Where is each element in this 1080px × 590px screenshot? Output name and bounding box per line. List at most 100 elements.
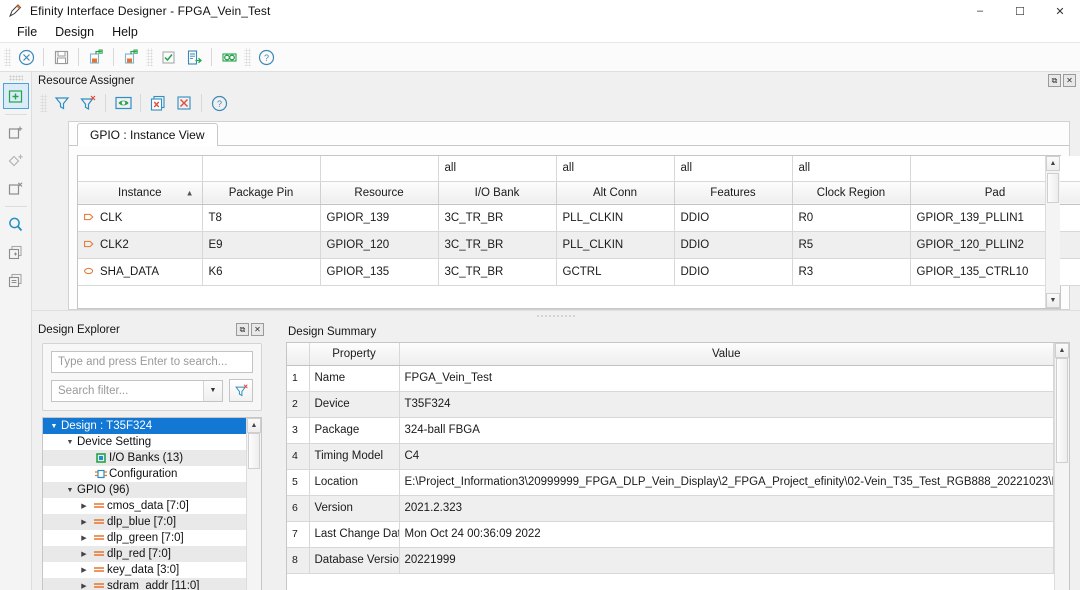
- rail-list-button[interactable]: [3, 267, 29, 293]
- column-header-clock-region[interactable]: Clock Region: [792, 181, 911, 205]
- rail-new-diamond-button[interactable]: [3, 147, 29, 173]
- cell-property[interactable]: Last Change Date: [309, 521, 400, 548]
- close-button[interactable]: ✕: [1040, 0, 1080, 22]
- copy-x-icon[interactable]: [145, 91, 171, 115]
- cell-value[interactable]: C4: [399, 443, 1054, 470]
- toolbar-grip[interactable]: [4, 48, 11, 66]
- scrollbar-thumb[interactable]: [1047, 173, 1059, 203]
- tree-item-cmos-data[interactable]: ▶ cmos_data [7:0]: [43, 498, 246, 514]
- cell-alt-conn[interactable]: GCTRL: [556, 258, 675, 286]
- cell-value[interactable]: 20221999: [399, 547, 1054, 574]
- table-row[interactable]: CLK T8 GPIOR_139 3C_TR_BR PLL_CLKIN DDIO…: [78, 204, 1080, 232]
- column-header-alt-conn[interactable]: Alt Conn: [556, 181, 675, 205]
- cell-package-pin[interactable]: T8: [202, 204, 321, 232]
- column-header-value[interactable]: Value: [399, 343, 1054, 366]
- cell-features[interactable]: DDIO: [674, 258, 793, 286]
- cell-value[interactable]: E:\Project_Information3\20999999_FPGA_DL…: [399, 469, 1054, 496]
- cell-property[interactable]: Timing Model: [309, 443, 400, 470]
- tree-item-key-data[interactable]: ▶ key_data [3:0]: [43, 562, 246, 578]
- save-button[interactable]: [48, 45, 74, 69]
- resource-table-scrollbar[interactable]: ▲ ▼: [1045, 156, 1060, 308]
- rail-new-block-button[interactable]: [3, 119, 29, 145]
- tree-item-dlp-red[interactable]: ▶ dlp_red [7:0]: [43, 546, 246, 562]
- check-design-button[interactable]: [155, 45, 181, 69]
- cell-property[interactable]: Database Version: [309, 547, 400, 574]
- chevron-down-icon[interactable]: ▼: [203, 380, 222, 401]
- cell-value[interactable]: Mon Oct 24 00:36:09 2022: [399, 521, 1054, 548]
- design-summary-scrollbar[interactable]: ▲ ▼: [1054, 343, 1069, 590]
- scroll-up-button[interactable]: ▲: [247, 418, 261, 433]
- cell-value[interactable]: 324-ball FBGA: [399, 417, 1054, 444]
- cell-alt-conn[interactable]: PLL_CLKIN: [556, 204, 675, 232]
- design-tree[interactable]: ▼ Design : T35F324 ▼ Device Setting I/O …: [42, 417, 262, 590]
- column-header-property[interactable]: Property: [309, 343, 400, 366]
- toolbar-grip[interactable]: [146, 48, 153, 66]
- export-button[interactable]: [118, 45, 144, 69]
- column-header-features[interactable]: Features: [674, 181, 793, 205]
- generate-report-button[interactable]: [181, 45, 207, 69]
- column-header-resource[interactable]: Resource: [320, 181, 439, 205]
- menu-file[interactable]: File: [8, 23, 46, 42]
- table-row[interactable]: 7 Last Change Date Mon Oct 24 00:36:09 2…: [287, 521, 1054, 548]
- design-explorer-close-button[interactable]: ✕: [251, 323, 264, 336]
- rail-duplicate-button[interactable]: [3, 239, 29, 265]
- column-header-instance[interactable]: Instance ▲: [78, 181, 203, 205]
- cell-clock-region[interactable]: R5: [792, 231, 911, 259]
- help-button[interactable]: ?: [253, 45, 279, 69]
- cell-clock-region[interactable]: R0: [792, 204, 911, 232]
- filter-cell-alt-conn[interactable]: all: [556, 156, 675, 182]
- table-row[interactable]: 8 Database Version 20221999: [287, 547, 1054, 574]
- cell-resource[interactable]: GPIOR_135: [320, 258, 439, 286]
- table-row[interactable]: 5 Location E:\Project_Information3\20999…: [287, 469, 1054, 496]
- table-row[interactable]: 2 Device T35F324: [287, 391, 1054, 418]
- cell-instance[interactable]: CLK2: [78, 231, 203, 259]
- cell-instance[interactable]: SHA_DATA: [78, 258, 203, 286]
- rail-search-button[interactable]: [3, 211, 29, 237]
- cell-property[interactable]: Version: [309, 495, 400, 522]
- table-row[interactable]: 1 Name FPGA_Vein_Test: [287, 365, 1054, 392]
- cell-resource[interactable]: GPIOR_139: [320, 204, 439, 232]
- tree-item-io-banks[interactable]: I/O Banks (13): [43, 450, 246, 466]
- toolbar-grip[interactable]: [244, 48, 251, 66]
- resource-assigner-close-button[interactable]: ✕: [1063, 74, 1076, 87]
- cell-resource[interactable]: GPIOR_120: [320, 231, 439, 259]
- close-design-button[interactable]: [13, 45, 39, 69]
- tab-gpio-instance-view[interactable]: GPIO : Instance View: [77, 123, 218, 146]
- cell-property[interactable]: Location: [309, 469, 400, 496]
- tree-item-design[interactable]: ▼ Design : T35F324: [43, 418, 246, 434]
- cell-clock-region[interactable]: R3: [792, 258, 911, 286]
- cell-features[interactable]: DDIO: [674, 204, 793, 232]
- filter-cell-io-bank[interactable]: all: [438, 156, 557, 182]
- filter-cell-clock-region[interactable]: all: [792, 156, 911, 182]
- search-input[interactable]: [51, 351, 253, 373]
- horizontal-splitter[interactable]: [32, 310, 1080, 321]
- tree-item-dlp-blue[interactable]: ▶ dlp_blue [7:0]: [43, 514, 246, 530]
- rail-delete-block-button[interactable]: [3, 175, 29, 201]
- scroll-up-button[interactable]: ▲: [1046, 156, 1060, 171]
- filter-icon[interactable]: [49, 91, 75, 115]
- cell-io-bank[interactable]: 3C_TR_BR: [438, 204, 557, 232]
- tree-item-device-setting[interactable]: ▼ Device Setting: [43, 434, 246, 450]
- scrollbar-thumb[interactable]: [248, 433, 260, 469]
- chevron-right-icon[interactable]: ▶: [81, 550, 86, 558]
- ra-toolbar-grip[interactable]: [40, 94, 47, 112]
- tree-item-gpio[interactable]: ▼ GPIO (96): [43, 482, 246, 498]
- filter-cell-package-pin[interactable]: [202, 156, 321, 182]
- filter-cell-resource[interactable]: [320, 156, 439, 182]
- rail-grip[interactable]: [8, 75, 23, 81]
- scrollbar-track[interactable]: [1046, 171, 1060, 293]
- chevron-right-icon[interactable]: ▶: [81, 582, 86, 590]
- table-row[interactable]: 6 Version 2021.2.323: [287, 495, 1054, 522]
- design-explorer-float-button[interactable]: ⧉: [236, 323, 249, 336]
- chevron-right-icon[interactable]: ▶: [81, 566, 86, 574]
- chevron-right-icon[interactable]: ▶: [81, 534, 86, 542]
- filter-cell-instance[interactable]: [78, 156, 203, 182]
- x-box-icon[interactable]: [171, 91, 197, 115]
- table-row[interactable]: SHA_DATA K6 GPIOR_135 3C_TR_BR GCTRL DDI…: [78, 258, 1080, 286]
- scroll-up-button[interactable]: ▲: [1055, 343, 1069, 358]
- cell-io-bank[interactable]: 3C_TR_BR: [438, 231, 557, 259]
- column-header-io-bank[interactable]: I/O Bank: [438, 181, 557, 205]
- tree-item-sdram-addr[interactable]: ▶ sdram_addr [11:0]: [43, 578, 246, 590]
- cell-io-bank[interactable]: 3C_TR_BR: [438, 258, 557, 286]
- maximize-button[interactable]: ☐: [1000, 0, 1040, 22]
